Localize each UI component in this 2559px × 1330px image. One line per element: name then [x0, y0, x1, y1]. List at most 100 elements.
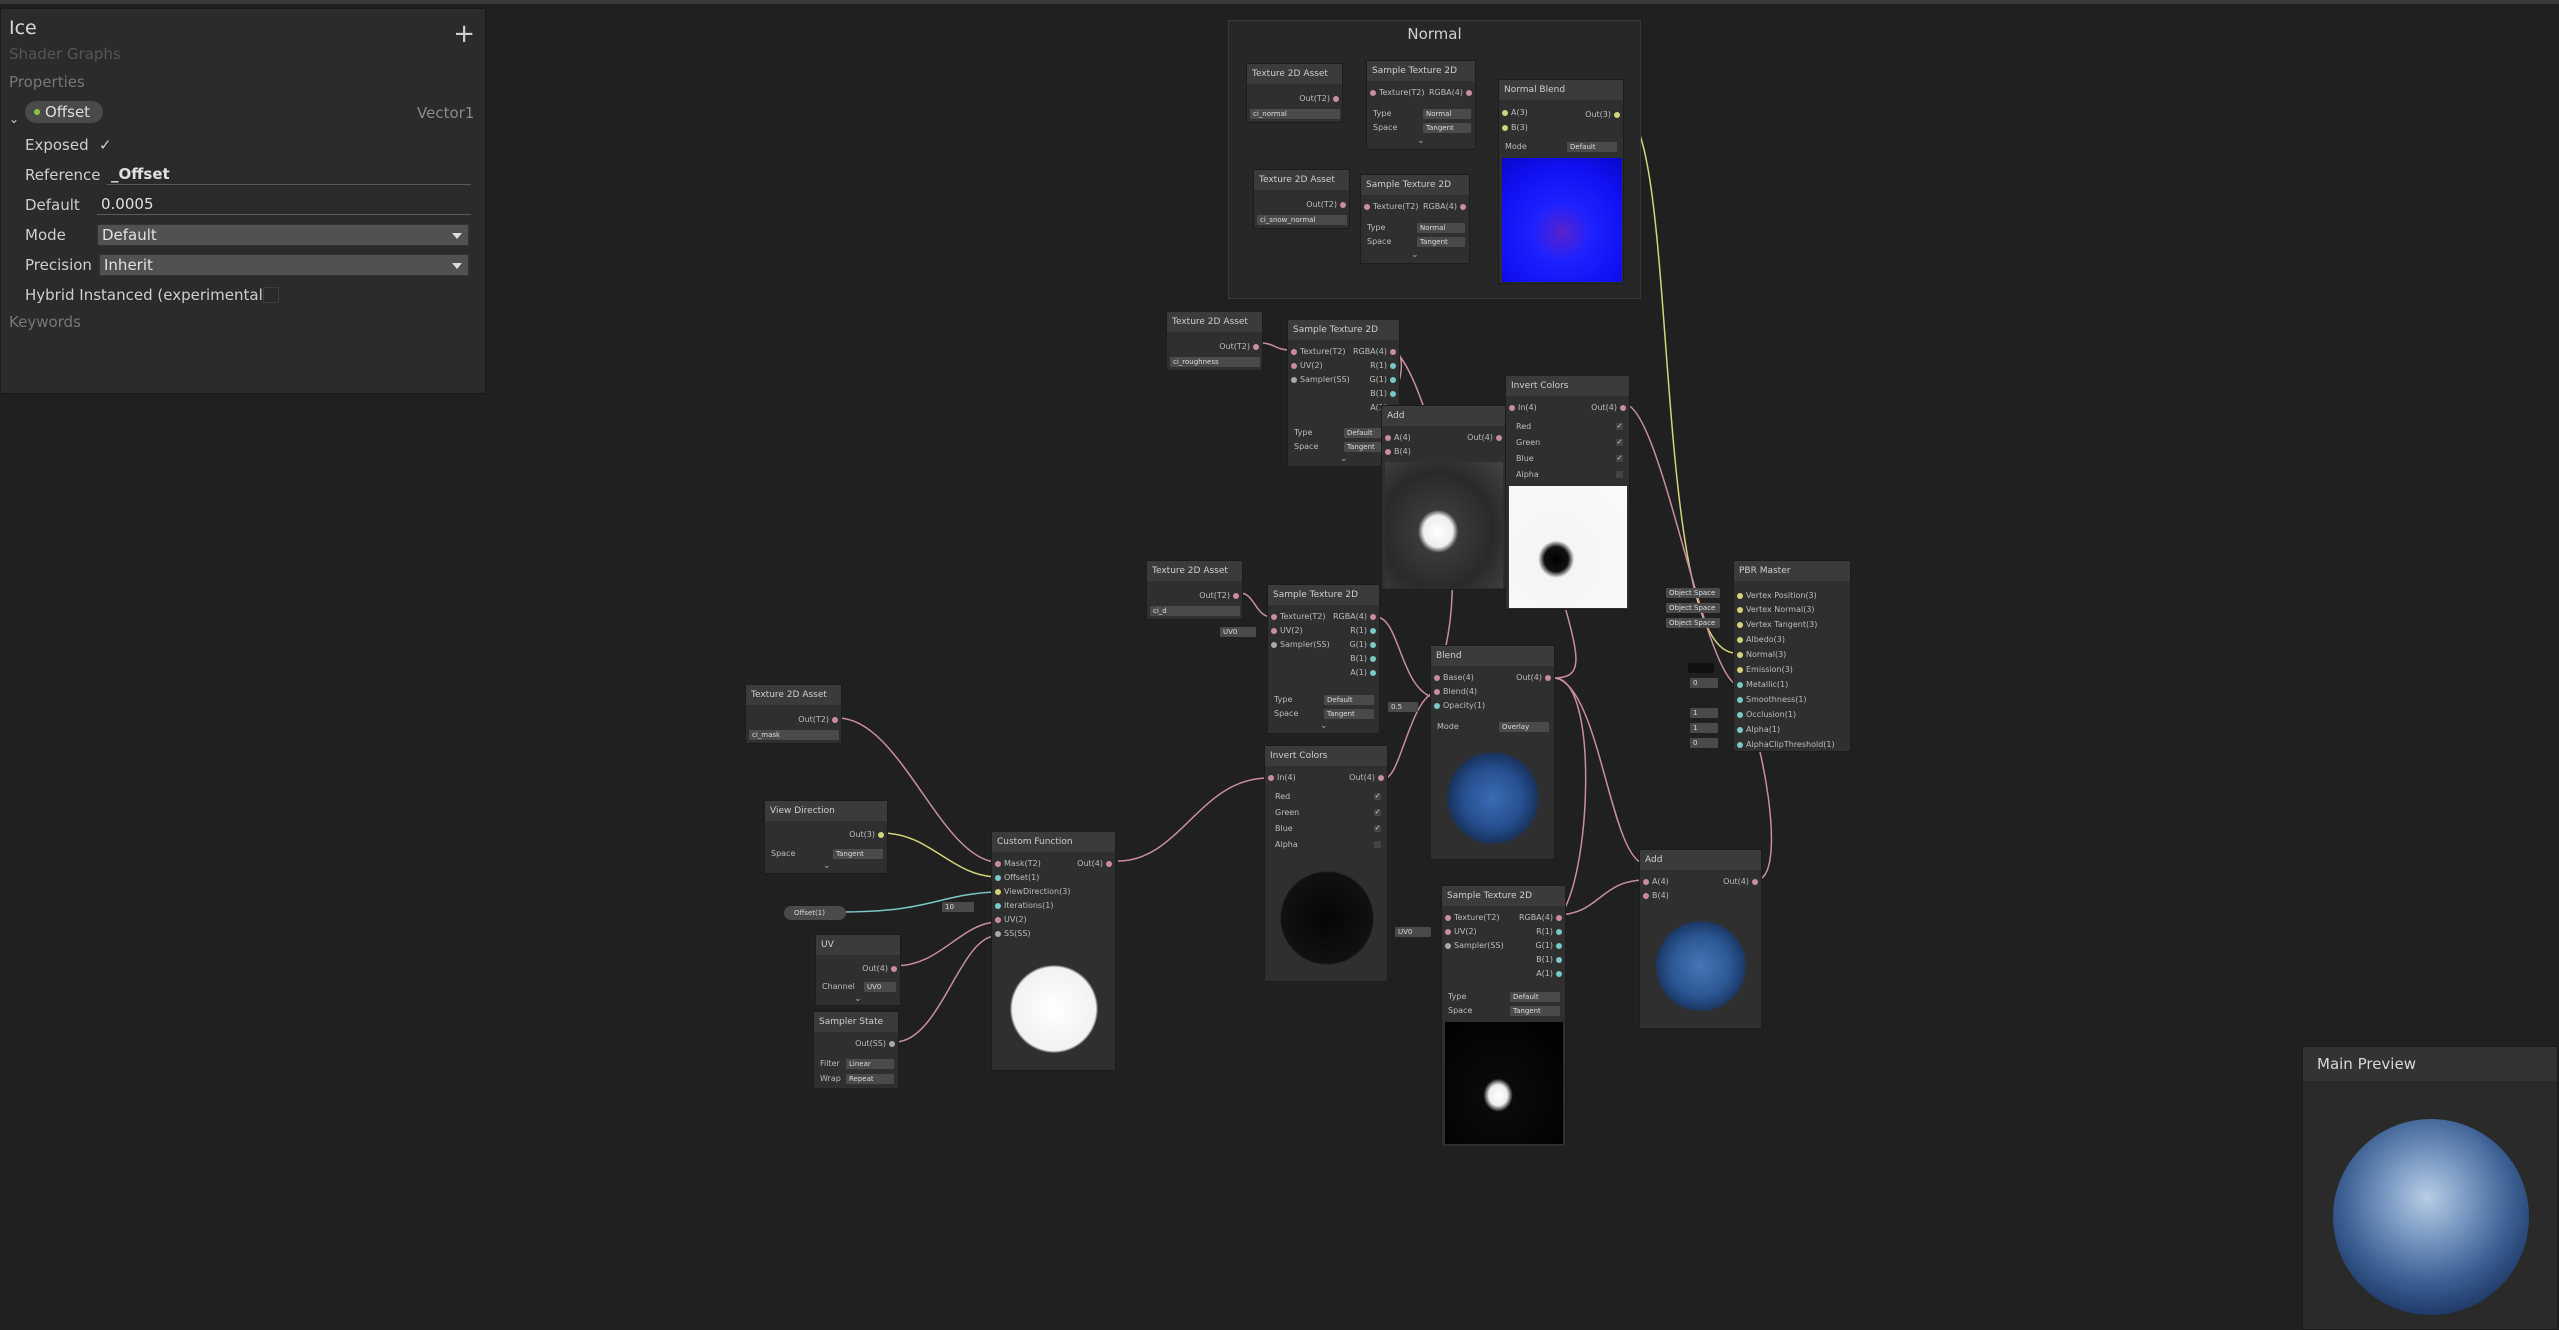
port-dot[interactable] — [1434, 703, 1440, 709]
node-pbr-master[interactable]: PBR Master Vertex Position(3) Vertex Nor… — [1733, 560, 1851, 752]
port-dot[interactable] — [1291, 363, 1297, 369]
port-dot[interactable] — [995, 917, 1001, 923]
alpha-checkbox[interactable] — [1616, 471, 1623, 478]
vertex-normal-space[interactable]: Object Space — [1666, 603, 1720, 613]
port-dot[interactable] — [1466, 90, 1472, 96]
port-dot[interactable] — [1385, 435, 1391, 441]
port-dot[interactable] — [1291, 349, 1297, 355]
opacity-inline-field[interactable]: 0.5 — [1388, 702, 1418, 712]
port-dot[interactable] — [1434, 675, 1440, 681]
property-offset-pill[interactable]: Offset — [25, 101, 103, 123]
mode-dropdown[interactable]: Overlay — [1499, 722, 1549, 732]
space-dropdown[interactable]: Tangent — [1510, 1006, 1560, 1016]
uv-inline-dropdown[interactable]: UV0 — [1395, 927, 1431, 937]
green-checkbox[interactable]: ✓ — [1616, 439, 1623, 446]
port-dot[interactable] — [1643, 879, 1649, 885]
port-dot[interactable] — [1271, 642, 1277, 648]
chevron-down-icon[interactable]: ⌄ — [1417, 136, 1425, 146]
port-dot[interactable] — [1545, 675, 1551, 681]
port-dot[interactable] — [1556, 957, 1562, 963]
precision-dropdown[interactable]: Inherit — [99, 254, 469, 276]
default-field[interactable]: 0.0005 — [97, 193, 471, 215]
chevron-down-icon[interactable]: ⌄ — [1411, 250, 1419, 260]
node-texture-mask[interactable]: Texture 2D Asset Out(T2) ci_mask — [745, 684, 842, 744]
port-dot[interactable] — [1509, 405, 1515, 411]
port-dot[interactable] — [1333, 96, 1339, 102]
chevron-down-icon[interactable]: ⌄ — [1320, 721, 1328, 731]
port-dot[interactable] — [1737, 622, 1743, 628]
offset-property-node[interactable]: Offset(1) — [784, 906, 846, 920]
blue-checkbox[interactable]: ✓ — [1616, 455, 1623, 462]
port-dot[interactable] — [1291, 377, 1297, 383]
green-checkbox[interactable]: ✓ — [1374, 809, 1381, 816]
port-dot[interactable] — [1460, 204, 1466, 210]
port-dot[interactable] — [1643, 893, 1649, 899]
type-dropdown[interactable]: Default — [1324, 695, 1374, 705]
port-dot[interactable] — [1737, 667, 1743, 673]
add-property-button[interactable]: + — [453, 21, 475, 47]
port-dot[interactable] — [1390, 349, 1396, 355]
port-dot[interactable] — [1737, 652, 1743, 658]
node-invert-colors-1[interactable]: Invert Colors In(4) Out(4) Red ✓ Green ✓… — [1505, 375, 1630, 610]
chevron-down-icon[interactable]: ⌄ — [1340, 454, 1348, 464]
hybrid-checkbox[interactable] — [263, 287, 279, 303]
node-view-direction[interactable]: View Direction Out(3) Space Tangent ⌄ — [764, 800, 888, 874]
port-dot[interactable] — [995, 889, 1001, 895]
texture-field[interactable]: ci_normal — [1250, 109, 1340, 119]
port-dot[interactable] — [1271, 614, 1277, 620]
filter-dropdown[interactable]: Linear — [846, 1059, 894, 1069]
alpha-checkbox[interactable] — [1374, 841, 1381, 848]
port-dot[interactable] — [878, 832, 884, 838]
port-dot[interactable] — [1370, 656, 1376, 662]
node-invert-colors-2[interactable]: Invert Colors In(4) Out(4) Red ✓ Green ✓… — [1264, 745, 1388, 982]
texture-field[interactable]: ci_d — [1150, 606, 1240, 616]
port-dot[interactable] — [1340, 202, 1346, 208]
type-dropdown[interactable]: Normal — [1417, 223, 1465, 233]
vertex-position-space[interactable]: Object Space — [1666, 588, 1720, 598]
mode-dropdown[interactable]: Default — [1567, 142, 1617, 152]
occlusion-field[interactable]: 1 — [1690, 708, 1718, 718]
port-dot[interactable] — [995, 903, 1001, 909]
space-dropdown[interactable]: Tangent — [1423, 123, 1471, 133]
alpha-clip-field[interactable]: 0 — [1690, 738, 1718, 748]
port-dot[interactable] — [1496, 435, 1502, 441]
port-dot[interactable] — [1370, 614, 1376, 620]
port-dot[interactable] — [1556, 915, 1562, 921]
port-dot[interactable] — [1445, 929, 1451, 935]
type-dropdown[interactable]: Default — [1510, 992, 1560, 1002]
port-dot[interactable] — [1737, 712, 1743, 718]
port-dot[interactable] — [1502, 125, 1508, 131]
main-preview-sphere[interactable] — [2333, 1119, 2529, 1315]
chevron-down-icon[interactable]: ⌄ — [823, 861, 831, 871]
port-dot[interactable] — [1271, 628, 1277, 634]
node-blend[interactable]: Blend Base(4) Blend(4) Opacity(1) Out(4)… — [1430, 645, 1555, 860]
port-dot[interactable] — [1556, 929, 1562, 935]
port-dot[interactable] — [1737, 593, 1743, 599]
node-normal-blend[interactable]: Normal Blend A(3) B(3) Out(3) Mode Defau… — [1498, 79, 1624, 284]
vertex-tangent-space[interactable]: Object Space — [1666, 618, 1720, 628]
port-dot[interactable] — [995, 931, 1001, 937]
port-dot[interactable] — [1390, 363, 1396, 369]
port-dot[interactable] — [1445, 915, 1451, 921]
alpha-field[interactable]: 1 — [1690, 723, 1718, 733]
channel-dropdown[interactable]: UV0 — [864, 982, 896, 992]
port-dot[interactable] — [1364, 204, 1370, 210]
red-checkbox[interactable]: ✓ — [1616, 423, 1623, 430]
port-dot[interactable] — [1737, 697, 1743, 703]
port-dot[interactable] — [1556, 971, 1562, 977]
node-texture-d[interactable]: Texture 2D Asset Out(T2) ci_d — [1146, 560, 1243, 620]
space-dropdown[interactable]: Tangent — [1324, 709, 1374, 719]
port-dot[interactable] — [1752, 879, 1758, 885]
port-dot[interactable] — [1370, 642, 1376, 648]
texture-field[interactable]: ci_roughness — [1170, 357, 1260, 367]
uv-inline-dropdown[interactable]: UV0 — [1220, 627, 1256, 637]
space-dropdown[interactable]: Tangent — [1417, 237, 1465, 247]
node-sample-texture-normal-2[interactable]: Sample Texture 2D Texture(T2) RGBA(4) Ty… — [1360, 174, 1470, 264]
port-dot[interactable] — [1378, 775, 1384, 781]
node-sample-texture-last[interactable]: Sample Texture 2D Texture(T2) UV(2) Samp… — [1441, 885, 1566, 1147]
node-sample-texture-normal-1[interactable]: Sample Texture 2D Texture(T2) RGBA(4) Ty… — [1366, 60, 1476, 150]
node-uv[interactable]: UV Out(4) Channel UV0 ⌄ — [815, 934, 901, 1006]
mode-dropdown[interactable]: Default — [97, 224, 469, 246]
port-dot[interactable] — [1737, 637, 1743, 643]
type-dropdown[interactable]: Normal — [1423, 109, 1471, 119]
